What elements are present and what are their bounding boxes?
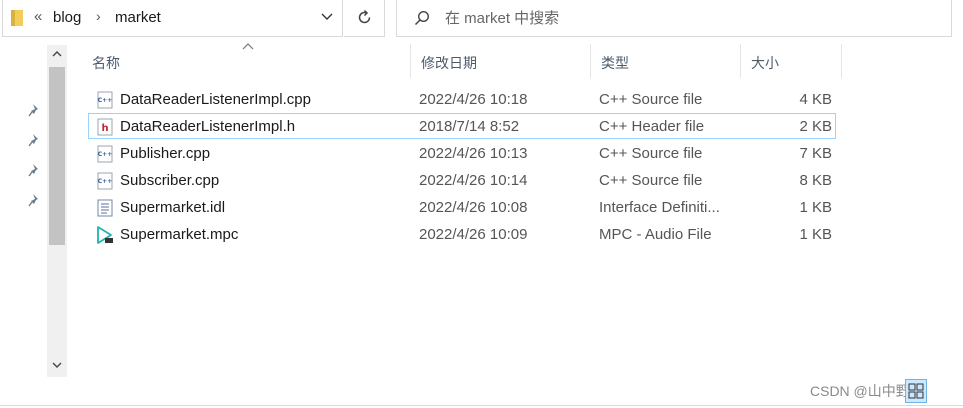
svg-text:h: h bbox=[101, 123, 108, 134]
file-row[interactable]: Supermarket.idl 2022/4/26 10:08 Interfac… bbox=[88, 194, 836, 220]
scroll-down-icon[interactable] bbox=[51, 359, 63, 371]
svg-text:C++: C++ bbox=[98, 97, 112, 104]
overflow-chevron[interactable]: « bbox=[34, 8, 42, 25]
cpp-file-icon: C++ bbox=[97, 145, 113, 163]
file-date: 2022/4/26 10:08 bbox=[419, 199, 528, 216]
audio-file-icon bbox=[97, 226, 113, 244]
file-type: MPC - Audio File bbox=[599, 226, 712, 243]
file-date: 2018/7/14 8:52 bbox=[419, 118, 520, 135]
file-type: C++ Header file bbox=[599, 118, 705, 135]
scrollbar-thumb[interactable] bbox=[49, 67, 65, 245]
svg-text:C++: C++ bbox=[98, 178, 112, 185]
file-row[interactable]: C++ Publisher.cpp 2022/4/26 10:13 C++ So… bbox=[88, 140, 836, 166]
chevron-down-icon[interactable] bbox=[320, 10, 334, 24]
file-row[interactable]: C++ DataReaderListenerImpl.cpp 2022/4/26… bbox=[88, 86, 836, 112]
cpp-file-icon: C++ bbox=[97, 172, 113, 190]
refresh-icon bbox=[358, 9, 371, 24]
file-name: Publisher.cpp bbox=[120, 145, 211, 162]
file-date: 2022/4/26 10:09 bbox=[419, 226, 528, 243]
file-size: 4 KB bbox=[799, 91, 832, 108]
file-type: C++ Source file bbox=[599, 172, 703, 189]
header-file-icon: h bbox=[97, 118, 113, 136]
search-icon bbox=[414, 10, 430, 26]
file-type: C++ Source file bbox=[599, 91, 703, 108]
file-size: 1 KB bbox=[799, 226, 832, 243]
breadcrumb-separator[interactable]: › bbox=[96, 8, 101, 24]
breadcrumb-blog[interactable]: blog bbox=[53, 9, 81, 26]
file-name: Supermarket.idl bbox=[120, 199, 226, 216]
file-size: 2 KB bbox=[799, 118, 832, 135]
column-header-type[interactable]: 类型 bbox=[591, 44, 741, 78]
file-name: Supermarket.mpc bbox=[120, 226, 239, 243]
toolbar: « blog › market bbox=[0, 0, 963, 38]
large-icons-view-button[interactable] bbox=[905, 379, 927, 403]
file-row[interactable]: C++ Subscriber.cpp 2022/4/26 10:14 C++ S… bbox=[88, 167, 836, 193]
folder-icon bbox=[11, 10, 23, 26]
column-header-name[interactable]: 名称 bbox=[82, 44, 411, 78]
address-bar[interactable]: « blog › market bbox=[2, 0, 343, 37]
file-size: 7 KB bbox=[799, 145, 832, 162]
file-row[interactable]: Supermarket.mpc 2022/4/26 10:09 MPC - Au… bbox=[88, 221, 836, 247]
cpp-file-icon: C++ bbox=[97, 91, 113, 109]
file-date: 2022/4/26 10:18 bbox=[419, 91, 528, 108]
pin-icon[interactable] bbox=[28, 163, 42, 177]
column-headers: 名称 修改日期 类型 大小 bbox=[82, 44, 842, 78]
search-input[interactable] bbox=[445, 7, 925, 29]
file-name: DataReaderListenerImpl.cpp bbox=[120, 91, 311, 108]
file-size: 8 KB bbox=[799, 172, 832, 189]
grid-view-icon bbox=[908, 383, 924, 399]
pin-icon[interactable] bbox=[28, 133, 42, 147]
search-box[interactable] bbox=[396, 0, 952, 37]
column-header-size[interactable]: 大小 bbox=[741, 44, 842, 78]
file-type: Interface Definiti... bbox=[599, 199, 720, 216]
file-size: 1 KB bbox=[799, 199, 832, 216]
file-date: 2022/4/26 10:14 bbox=[419, 172, 528, 189]
status-bar-divider bbox=[0, 405, 963, 406]
file-name: DataReaderListenerImpl.h bbox=[120, 118, 296, 135]
file-row-selected[interactable]: h DataReaderListenerImpl.h 2018/7/14 8:5… bbox=[88, 113, 836, 139]
text-file-icon bbox=[97, 199, 113, 217]
pin-icon[interactable] bbox=[28, 193, 42, 207]
nav-scrollbar[interactable] bbox=[47, 45, 67, 377]
pin-icon[interactable] bbox=[28, 103, 42, 117]
breadcrumb-market[interactable]: market bbox=[115, 9, 161, 26]
column-header-date[interactable]: 修改日期 bbox=[411, 44, 591, 78]
file-date: 2022/4/26 10:13 bbox=[419, 145, 528, 162]
refresh-button[interactable] bbox=[344, 0, 385, 37]
file-type: C++ Source file bbox=[599, 145, 703, 162]
file-name: Subscriber.cpp bbox=[120, 172, 220, 189]
svg-text:C++: C++ bbox=[98, 151, 112, 158]
scroll-up-icon[interactable] bbox=[51, 48, 63, 60]
